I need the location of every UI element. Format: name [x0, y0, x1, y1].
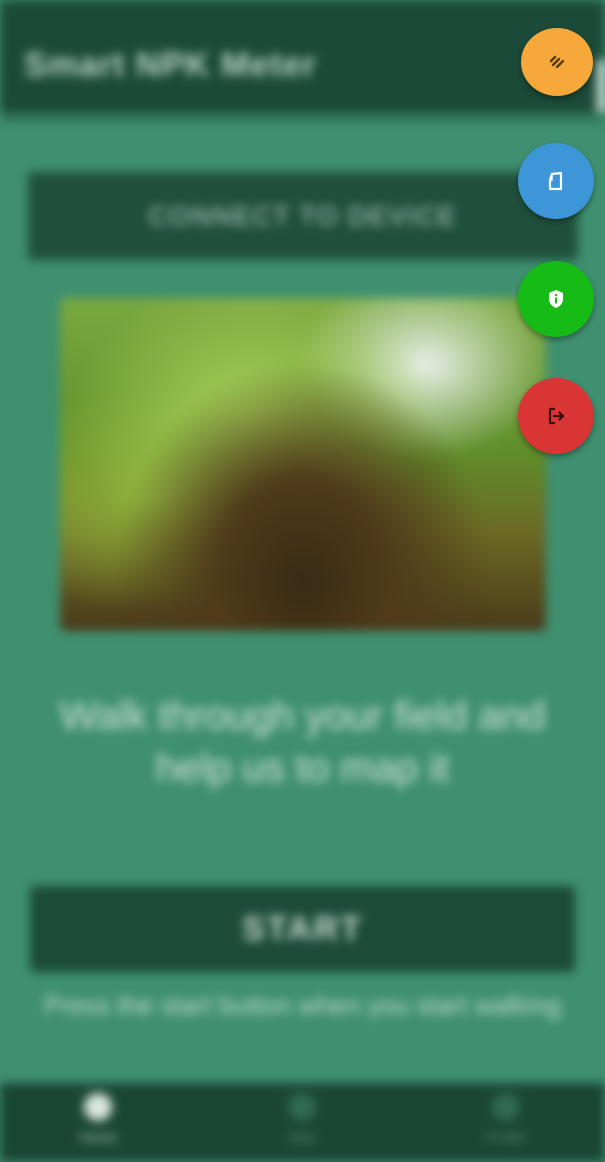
tagline-text: Walk through your field and help us to m… — [59, 694, 546, 790]
app-bar: Smart NPK Meter — [0, 0, 605, 112]
nav-item-map[interactable]: Map — [242, 1093, 362, 1155]
map-icon — [288, 1093, 316, 1121]
nav-label-map: Map — [288, 1129, 316, 1145]
home-icon — [84, 1093, 112, 1121]
app-background: Smart NPK Meter CONNECT TO DEVICE Walk t… — [0, 0, 605, 1162]
list-icon — [544, 49, 570, 75]
nav-label-profile: Profile — [486, 1129, 526, 1145]
connect-device-button[interactable]: CONNECT TO DEVICE — [28, 172, 578, 260]
nav-label-home: Home — [79, 1129, 117, 1145]
shield-info-icon — [543, 286, 569, 312]
menu-fab-button[interactable] — [521, 28, 593, 96]
bottom-navigation: Home Map Profile — [0, 1083, 605, 1162]
logout-icon — [543, 403, 569, 429]
logout-fab-button[interactable] — [518, 378, 594, 454]
start-hint-text: Press the start button when you start wa… — [43, 990, 562, 1020]
field-image — [60, 298, 546, 631]
start-button[interactable]: START — [30, 886, 575, 972]
nav-item-profile[interactable]: Profile — [446, 1093, 566, 1155]
app-bar-shadow — [0, 112, 605, 122]
scroll-indicator — [597, 60, 605, 112]
nav-item-home[interactable]: Home — [38, 1093, 158, 1155]
document-fab-button[interactable] — [518, 143, 594, 219]
document-icon — [543, 168, 569, 194]
app-title: Smart NPK Meter — [24, 46, 317, 84]
privacy-fab-button[interactable] — [518, 261, 594, 337]
profile-icon — [492, 1093, 520, 1121]
